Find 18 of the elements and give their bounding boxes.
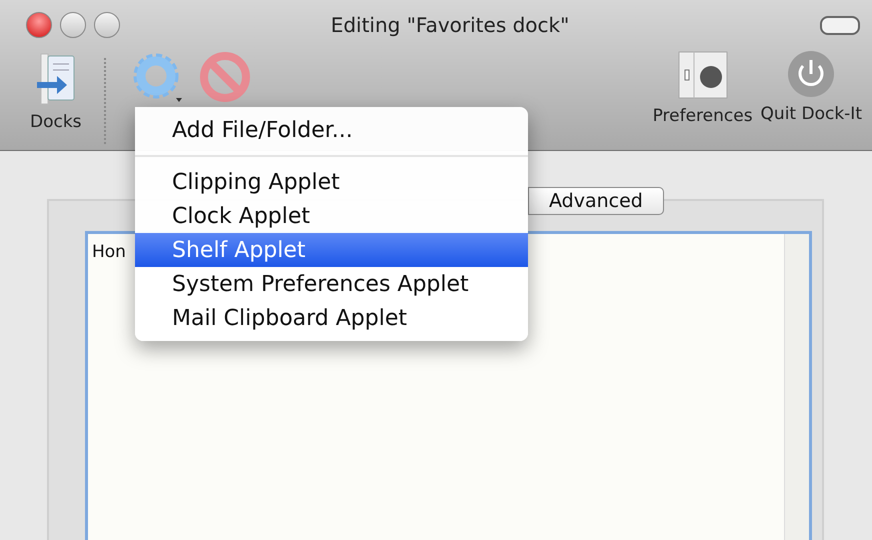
zoom-button[interactable]	[94, 12, 120, 38]
menu-item[interactable]: Mail Clipboard Applet	[135, 301, 528, 335]
close-button[interactable]	[26, 12, 52, 38]
toolbar-toggle-button[interactable]	[820, 16, 860, 34]
menu-item[interactable]: System Preferences Applet	[135, 267, 528, 301]
minimize-button[interactable]	[60, 12, 86, 38]
menu-item[interactable]: Add File/Folder...	[135, 113, 528, 147]
window-title: Editing "Favorites dock"	[330, 13, 570, 37]
menu-item[interactable]: Clock Applet	[135, 199, 528, 233]
preferences-button[interactable]: Preferences	[648, 50, 757, 126]
power-icon	[787, 50, 836, 98]
menu-item[interactable]: Shelf Applet	[135, 233, 528, 267]
tab[interactable]: Advanced	[528, 187, 664, 215]
menu-item[interactable]: Clipping Applet	[135, 165, 528, 199]
prohibited-icon	[198, 50, 252, 104]
docks-button[interactable]: Docks	[26, 50, 86, 132]
quit-button[interactable]: Quit Dock-It	[756, 50, 866, 124]
preferences-panel-icon	[676, 50, 729, 100]
